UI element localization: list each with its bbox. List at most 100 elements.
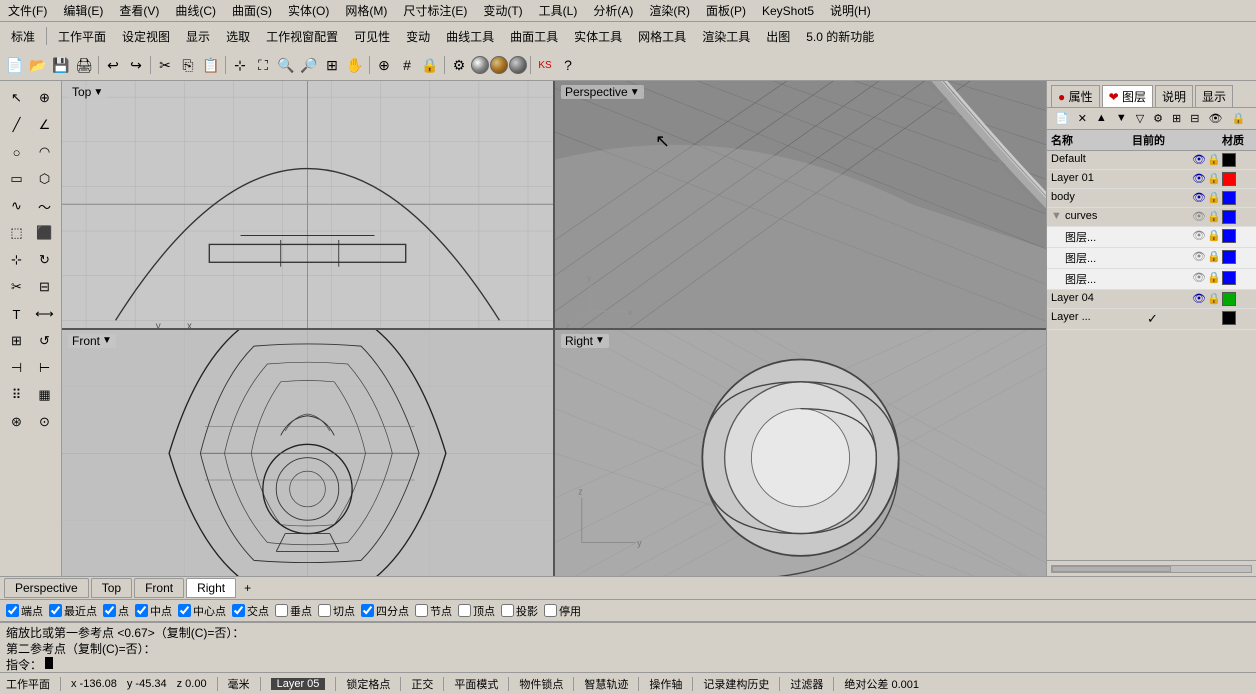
open-file-icon[interactable]: 📂 <box>27 54 49 76</box>
text-btn[interactable]: T <box>4 301 30 327</box>
layer-row-current[interactable]: Layer ... ✓ <box>1047 309 1256 330</box>
menu-keyshot[interactable]: KeyShot5 <box>758 2 818 20</box>
polygon-btn[interactable]: ⬡ <box>32 166 58 192</box>
status-ortho[interactable]: 正交 <box>411 676 433 692</box>
print-icon[interactable]: 🖨 <box>73 54 95 76</box>
toolbar-setview[interactable]: 设定视图 <box>115 26 177 47</box>
lock-layer-btn[interactable]: 🔒 <box>1227 110 1249 127</box>
panel-tab-display[interactable]: 显示 <box>1195 85 1233 107</box>
loft-btn[interactable]: ⬛ <box>32 220 58 246</box>
menu-tools[interactable]: 工具(L) <box>535 0 582 21</box>
lock-icon-04[interactable]: 🔒 <box>1207 292 1221 306</box>
status-opaxis[interactable]: 操作轴 <box>649 676 682 692</box>
snap-disable[interactable]: 停用 <box>544 603 581 619</box>
lock-icon[interactable]: 🔒 <box>419 54 441 76</box>
toolbar-select[interactable]: 选取 <box>219 26 257 47</box>
layer-row-sublayer1[interactable]: 图层... 👁 🔒 <box>1047 227 1256 248</box>
command-line3[interactable]: 指令： <box>6 657 1250 673</box>
vp-tab-front[interactable]: Front <box>134 578 184 598</box>
eye-icon-04[interactable]: 👁 <box>1192 292 1206 306</box>
viewport-right-label[interactable]: Right ▼ <box>561 334 609 348</box>
viewport-top-label[interactable]: Top ▼ <box>68 85 107 99</box>
viewport-front-label[interactable]: Front ▼ <box>68 334 116 348</box>
snap-midpoint[interactable]: 中点 <box>135 603 172 619</box>
split-btn[interactable]: ⊟ <box>32 274 58 300</box>
status-layer[interactable]: Layer 05 <box>271 678 326 690</box>
lock-icon-body[interactable]: 🔒 <box>1207 191 1221 205</box>
help-icon[interactable]: ? <box>557 54 579 76</box>
circle-btn[interactable]: ○ <box>4 139 30 165</box>
toolbar-newfeature[interactable]: 5.0 的新功能 <box>799 26 881 47</box>
viewport-right[interactable]: Right ▼ <box>555 330 1046 577</box>
menu-file[interactable]: 文件(F) <box>4 0 51 21</box>
viewport-front[interactable]: Front ▼ <box>62 330 553 577</box>
toolbar-transform[interactable]: 变动 <box>399 26 437 47</box>
surface-btn[interactable]: ⬚ <box>4 220 30 246</box>
status-history[interactable]: 记录建构历史 <box>703 676 769 692</box>
toolbar-viewconfig[interactable]: 工作视窗配置 <box>259 26 345 47</box>
layer-row-sublayer3[interactable]: 图层... 👁 🔒 <box>1047 269 1256 290</box>
group-btn[interactable]: ▦ <box>32 382 58 408</box>
arc-btn[interactable]: ◠ <box>32 139 58 165</box>
mirror-btn[interactable]: ⊣ <box>4 355 30 381</box>
snap-intersection[interactable]: 交点 <box>232 603 269 619</box>
zoom-in-icon[interactable]: 🔍 <box>275 54 297 76</box>
lock-icon-sub1[interactable]: 🔒 <box>1207 229 1221 245</box>
snap-nearest[interactable]: 最近点 <box>49 603 97 619</box>
menu-view[interactable]: 查看(V) <box>115 0 163 21</box>
render-ball-icon[interactable] <box>471 56 489 74</box>
horizontal-scrollbar[interactable] <box>1051 565 1252 573</box>
toolbar-rendertool[interactable]: 渲染工具 <box>695 26 757 47</box>
menu-dimension[interactable]: 尺寸标注(E) <box>399 0 471 21</box>
vp-tab-add[interactable]: + <box>238 579 257 597</box>
snap-tangent[interactable]: 切点 <box>318 603 355 619</box>
collapse-all-btn[interactable]: ⊟ <box>1186 110 1203 127</box>
layer-row-default[interactable]: Default 👁 🔒 <box>1047 151 1256 170</box>
trim-btn[interactable]: ✂ <box>4 274 30 300</box>
settings-layer-btn[interactable]: ⚙ <box>1149 110 1167 127</box>
snap-knot[interactable]: 节点 <box>415 603 452 619</box>
select-tool-btn[interactable]: ↖ <box>4 85 30 111</box>
toolbar-print[interactable]: 出图 <box>759 26 797 47</box>
line-btn[interactable]: ╱ <box>4 112 30 138</box>
layer-row-04[interactable]: Layer 04 👁 🔒 <box>1047 290 1256 309</box>
vp-tab-perspective[interactable]: Perspective <box>4 578 89 598</box>
status-smart[interactable]: 智慧轨迹 <box>584 676 628 692</box>
status-filter[interactable]: 过滤器 <box>790 676 823 692</box>
eye-icon-sub2[interactable]: 👁 <box>1192 250 1206 266</box>
zoom-extent-icon[interactable]: ⛶ <box>252 54 274 76</box>
vp-tab-right[interactable]: Right <box>186 578 236 598</box>
toolbar-solidtool[interactable]: 实体工具 <box>567 26 629 47</box>
layer-row-body[interactable]: body 👁 🔒 <box>1047 189 1256 208</box>
move-btn[interactable]: ⊞ <box>4 328 30 354</box>
dim-btn[interactable]: ⟷ <box>32 301 58 327</box>
toolbar-standard[interactable]: 标准 <box>4 26 42 47</box>
render-full-icon[interactable] <box>509 56 527 74</box>
panel-tab-layers[interactable]: ❤ 图层 <box>1102 85 1153 107</box>
status-snap[interactable]: 锁定格点 <box>346 676 390 692</box>
up-layer-btn[interactable]: ▲ <box>1092 110 1111 127</box>
zoom-window-icon[interactable]: ⊞ <box>321 54 343 76</box>
scale-btn[interactable]: ⊢ <box>32 355 58 381</box>
pan-icon[interactable]: ✋ <box>344 54 366 76</box>
undo-icon[interactable]: ↩ <box>102 54 124 76</box>
menu-solid[interactable]: 实体(O) <box>284 0 333 21</box>
panel-tab-notes[interactable]: 说明 <box>1155 85 1193 107</box>
toolbar-display[interactable]: 显示 <box>179 26 217 47</box>
menu-curve[interactable]: 曲线(C) <box>171 0 220 21</box>
snap-quadrant[interactable]: 四分点 <box>361 603 409 619</box>
menu-edit[interactable]: 编辑(E) <box>59 0 107 21</box>
point-btn[interactable]: ⊕ <box>32 85 58 111</box>
menu-help[interactable]: 说明(H) <box>826 0 875 21</box>
grid-icon[interactable]: # <box>396 54 418 76</box>
spline-btn[interactable]: ∿ <box>4 193 30 219</box>
toolbar-visible[interactable]: 可见性 <box>347 26 397 47</box>
layer-row-01[interactable]: Layer 01 👁 🔒 <box>1047 170 1256 189</box>
array-btn[interactable]: ⠿ <box>4 382 30 408</box>
render-preview-icon[interactable] <box>490 56 508 74</box>
snap-endpoint[interactable]: 端点 <box>6 603 43 619</box>
scrollbar-thumb[interactable] <box>1052 566 1171 572</box>
menu-panel[interactable]: 面板(P) <box>702 0 750 21</box>
vp-tab-top[interactable]: Top <box>91 578 132 598</box>
settings-icon[interactable]: ⚙ <box>448 54 470 76</box>
